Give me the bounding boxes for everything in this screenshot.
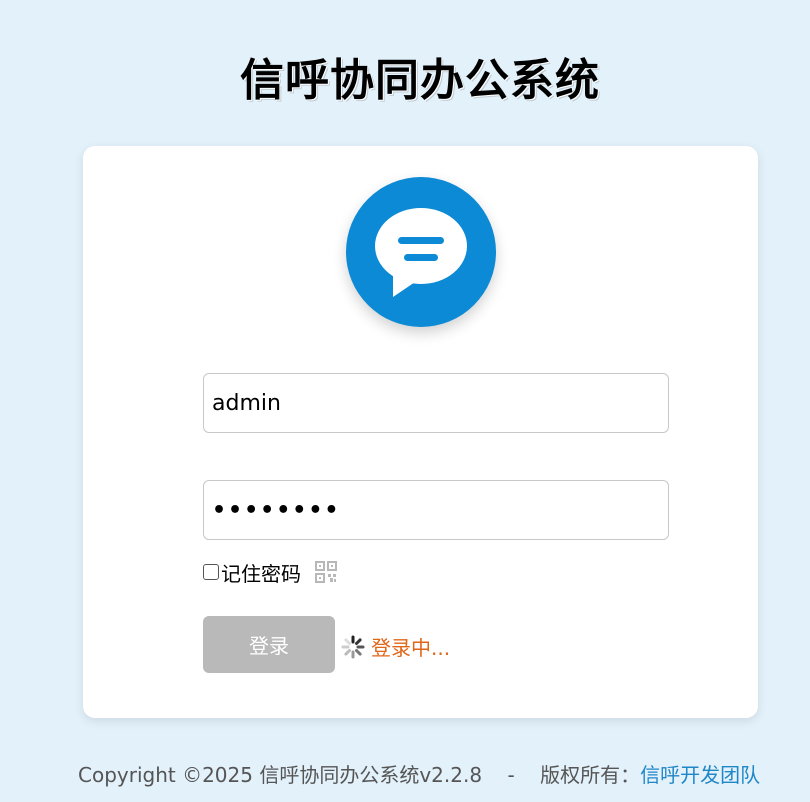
team-link[interactable]: 信呼开发团队 bbox=[640, 763, 760, 787]
login-status-text: 登录中... bbox=[371, 636, 451, 660]
loading-spinner-icon bbox=[341, 635, 365, 659]
remember-password-row: 记住密码 bbox=[203, 558, 337, 587]
chat-bubble-icon-graphic bbox=[375, 208, 467, 297]
footer-separator: - bbox=[507, 763, 515, 787]
copyright-text: Copyright ©2025 信呼协同办公系统v2.2.8 bbox=[78, 763, 483, 787]
chat-bubble-icon bbox=[346, 177, 496, 327]
footer: Copyright ©2025 信呼协同办公系统v2.2.8 - 版权所有：信呼… bbox=[78, 759, 760, 788]
page-title: 信呼协同办公系统 bbox=[240, 55, 600, 106]
login-button[interactable]: 登录 bbox=[203, 616, 335, 673]
username-input[interactable] bbox=[203, 373, 669, 433]
rights-label: 版权所有： bbox=[540, 763, 641, 787]
login-card: 记住密码 登录 登录中... bbox=[83, 146, 758, 718]
remember-password-checkbox[interactable] bbox=[203, 564, 219, 580]
password-input[interactable] bbox=[203, 480, 669, 540]
remember-password-label[interactable]: 记住密码 bbox=[221, 558, 301, 587]
qr-code-icon[interactable] bbox=[315, 561, 337, 583]
